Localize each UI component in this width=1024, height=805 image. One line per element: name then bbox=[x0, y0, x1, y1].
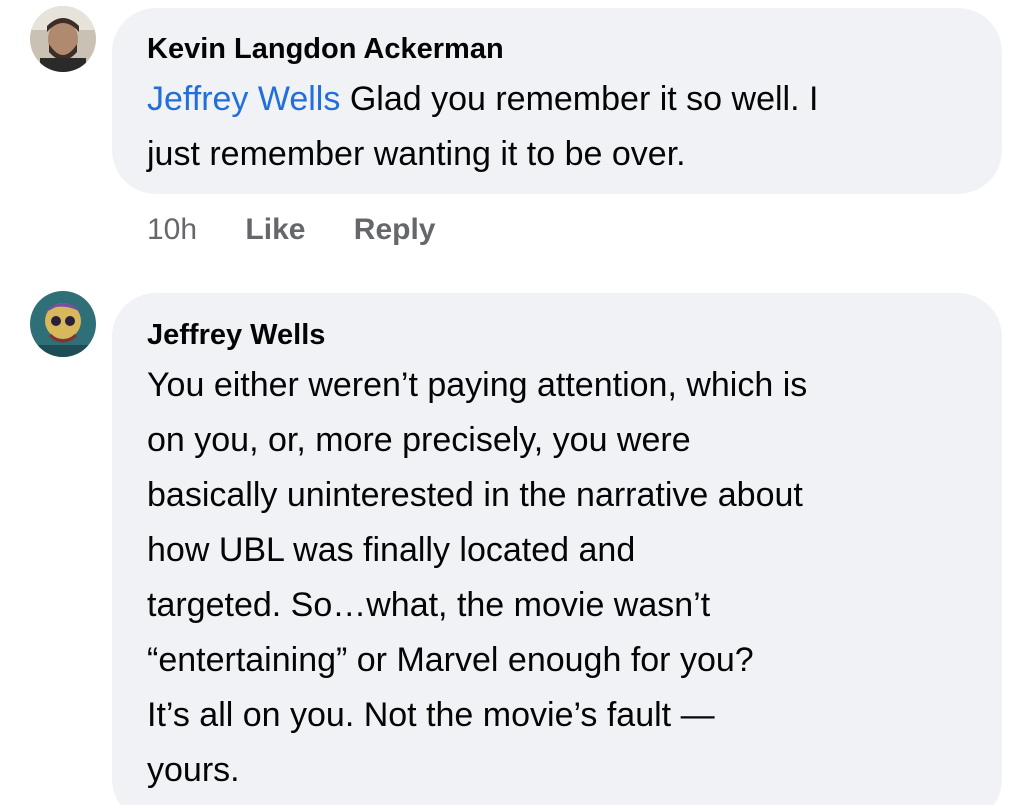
comment-author-name[interactable]: Jeffrey Wells bbox=[147, 318, 325, 352]
comment-text-line: targeted. So…what, the movie wasn’t bbox=[147, 586, 711, 624]
comment-text-line: You either weren’t paying attention, whi… bbox=[147, 366, 808, 404]
user-avatar-icon bbox=[30, 6, 96, 72]
avatar-kevin[interactable] bbox=[30, 6, 96, 72]
user-avatar-icon bbox=[30, 291, 96, 357]
comment-text-line: It’s all on you. Not the movie’s fault — bbox=[147, 696, 715, 734]
like-button[interactable]: Like bbox=[245, 213, 305, 246]
comment-meta-row: 10h Like Reply bbox=[147, 212, 435, 248]
comment-text-line: on you, or, more precisely, you were bbox=[147, 421, 691, 459]
comment-text: Jeffrey Wells Glad you remember it so we… bbox=[147, 72, 987, 182]
comment-text-line-1: Glad you remember it so well. I bbox=[349, 80, 819, 118]
comment-text: You either weren’t paying attention, whi… bbox=[147, 358, 987, 798]
comment-text-line: how UBL was finally located and bbox=[147, 531, 636, 569]
comment-text-line: basically uninterested in the narrative … bbox=[147, 476, 803, 514]
comment-text-line: yours. bbox=[147, 751, 240, 789]
comment-text-line: “entertaining” or Marvel enough for you? bbox=[147, 641, 754, 679]
comment-timestamp[interactable]: 10h bbox=[147, 213, 197, 246]
mention-link[interactable]: Jeffrey Wells bbox=[147, 80, 340, 118]
comment-author-name[interactable]: Kevin Langdon Ackerman bbox=[147, 32, 504, 66]
avatar-jeffrey[interactable] bbox=[30, 291, 96, 357]
reply-button[interactable]: Reply bbox=[354, 213, 436, 246]
comment-text-line-2: just remember wanting it to be over. bbox=[147, 135, 686, 173]
